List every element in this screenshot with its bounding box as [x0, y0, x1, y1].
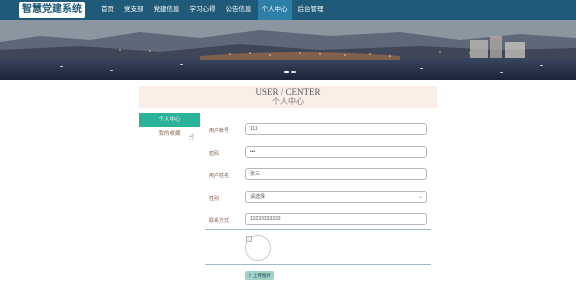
broken-image-icon [246, 236, 252, 242]
carousel-dot[interactable] [284, 71, 289, 73]
account-label: 用户帐号 [209, 128, 230, 134]
nav-item-home[interactable]: 首页 [97, 0, 118, 20]
upload-image-button[interactable]: ⇧ 上传图片 [245, 271, 275, 280]
gender-select-value: 请选择 [250, 194, 266, 200]
avatar-preview [245, 235, 271, 261]
upload-icon: ⇧ [248, 273, 252, 278]
phone-label: 联系方式 [209, 218, 230, 224]
upload-button-label: 上传图片 [253, 273, 272, 278]
carousel-dot[interactable] [291, 71, 296, 73]
page-title-en: USER / CENTER [255, 87, 321, 97]
divider [205, 264, 431, 265]
nav-item-branch[interactable]: 党支部 [120, 0, 148, 20]
phone-input[interactable]: 13233333333 [245, 213, 427, 225]
site-logo[interactable]: 智慧党建系统 [19, 2, 85, 18]
chevron-down-icon: ⌄ [417, 194, 423, 200]
carousel-indicators [284, 71, 296, 73]
gender-select[interactable]: 请选择 ⌄ [245, 191, 427, 203]
divider [205, 229, 431, 230]
nav-item-admin[interactable]: 后台管理 [294, 0, 328, 20]
nav-item-party-info[interactable]: 党建信息 [150, 0, 184, 20]
nav-item-study-notes[interactable]: 学习心得 [186, 0, 220, 20]
password-input[interactable]: ••• [245, 146, 427, 158]
account-input[interactable]: 111 [245, 123, 427, 135]
page-title-cn: 个人中心 [272, 97, 304, 106]
hand-cursor-icon: ☝ [189, 132, 195, 142]
gender-label: 性别 [209, 196, 220, 202]
nav-item-user-center[interactable]: 个人中心 [257, 0, 292, 20]
main-nav: 首页 党支部 党建信息 学习心得 公告信息 个人中心 后台管理 [97, 0, 328, 20]
name-label: 用户姓名 [209, 173, 230, 179]
password-label: 密码 [209, 151, 220, 157]
top-navbar: 智慧党建系统 首页 党支部 党建信息 学习心得 公告信息 个人中心 后台管理 [0, 0, 576, 20]
side-item-user-center[interactable]: 个人中心 [139, 113, 200, 127]
name-input[interactable]: 张三 [245, 168, 427, 180]
nav-item-announcements[interactable]: 公告信息 [222, 0, 256, 20]
page-title-block: USER / CENTER 个人中心 [139, 86, 437, 108]
